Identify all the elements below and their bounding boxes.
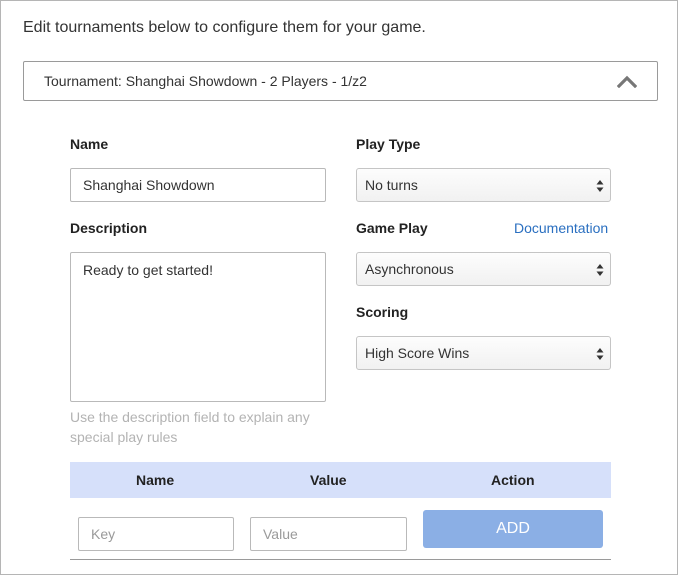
play-type-select[interactable]: No turns [356,168,611,202]
select-arrows-icon [596,264,604,276]
column-header-action: Action [491,472,535,488]
description-label: Description [70,220,148,236]
param-value-input[interactable] [250,517,407,551]
column-header-value: Value [310,472,347,488]
game-play-select[interactable]: Asynchronous [356,252,611,286]
table-divider [70,559,611,560]
description-textarea[interactable]: Ready to get started! [70,252,326,402]
params-table-header: Name Value Action [70,462,611,498]
tournament-accordion-header[interactable]: Tournament: Shanghai Showdown - 2 Player… [23,61,658,101]
select-arrows-icon [596,348,604,360]
param-key-input[interactable] [78,517,234,551]
add-param-button[interactable]: ADD [423,510,603,548]
scoring-label: Scoring [356,304,409,320]
intro-text: Edit tournaments below to configure them… [23,19,426,36]
description-help-text: Use the description field to explain any… [70,409,310,445]
name-label: Name [70,136,109,152]
game-play-label: Game Play [356,220,428,236]
tournament-header-label: Tournament: Shanghai Showdown - 2 Player… [44,73,367,89]
play-type-value: No turns [365,177,418,193]
play-type-label: Play Type [356,136,421,152]
tournament-editor-panel: Edit tournaments below to configure them… [0,0,678,575]
column-header-name: Name [136,472,175,488]
scoring-value: High Score Wins [365,345,470,361]
documentation-link[interactable]: Documentation [514,220,608,236]
game-play-value: Asynchronous [365,261,454,277]
chevron-up-icon[interactable] [617,74,637,88]
select-arrows-icon [596,180,604,192]
scoring-select[interactable]: High Score Wins [356,336,611,370]
tournament-name-input[interactable] [70,168,326,202]
